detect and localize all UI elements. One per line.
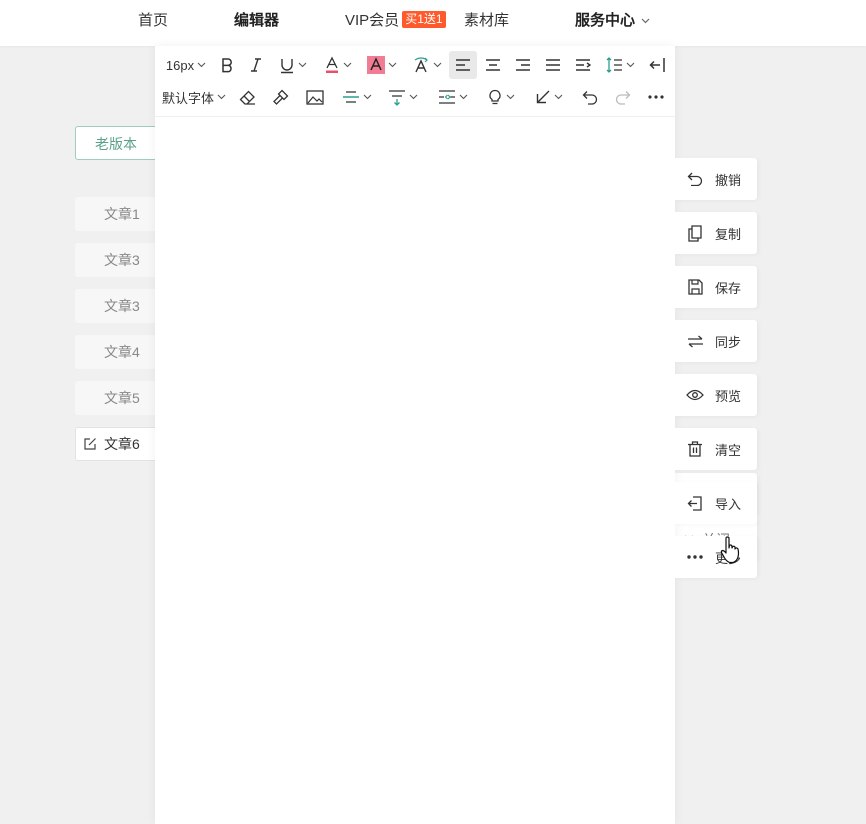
action-label: 保存 <box>715 280 742 296</box>
edit-icon <box>83 437 97 451</box>
paragraph-spacing-icon[interactable] <box>383 83 423 111</box>
nav-service-label: 服务中心 <box>575 12 636 29</box>
clear-action-button[interactable]: 清空 <box>675 428 757 470</box>
font-family-value: 默认字体 <box>161 90 214 106</box>
editor-content-area[interactable] <box>155 116 675 824</box>
save-action-button[interactable]: 保存 <box>675 266 757 308</box>
nav-home[interactable]: 首页 <box>138 0 168 44</box>
action-label: 同步 <box>715 334 742 350</box>
action-label: 清空 <box>715 442 742 458</box>
doc-tab-label: 文章1 <box>104 206 140 222</box>
font-family-select[interactable]: 默认字体 <box>161 83 227 111</box>
doc-tab-label: 文章6 <box>104 436 140 452</box>
nav-editor[interactable]: 编辑器 <box>234 0 279 44</box>
font-size-select[interactable]: 16px <box>161 51 211 79</box>
chevron-down-icon <box>343 62 352 68</box>
chevron-down-icon <box>217 94 226 100</box>
more-action-button[interactable]: 更多 <box>675 536 757 578</box>
old-version-button[interactable]: 老版本 <box>75 126 165 160</box>
font-color-icon[interactable] <box>318 51 358 79</box>
sync-action-button[interactable]: 同步 <box>675 320 757 362</box>
line-height-icon[interactable] <box>601 51 639 79</box>
font-size-value: 16px <box>165 57 195 73</box>
chevron-down-icon <box>363 94 372 100</box>
doc-tab-6-active[interactable]: 文章6 <box>75 427 165 461</box>
more-icon <box>686 548 704 566</box>
eraser-icon[interactable] <box>235 83 259 111</box>
chevron-down-icon <box>298 62 307 68</box>
action-label: 更多 <box>715 550 742 566</box>
chevron-down-icon <box>641 18 650 24</box>
align-left-icon[interactable] <box>449 51 477 79</box>
save-icon <box>686 278 704 296</box>
copy-icon <box>686 224 704 242</box>
bold-icon[interactable] <box>215 51 239 79</box>
preview-action-button[interactable]: 预览 <box>675 374 757 416</box>
doc-tab-label: 文章3 <box>104 252 140 268</box>
chevron-down-icon <box>409 94 418 100</box>
doc-tab-label: 文章5 <box>104 390 140 406</box>
action-label: 撤销 <box>715 172 742 188</box>
divider-icon[interactable] <box>337 83 377 111</box>
doc-tab-5[interactable]: 文章5 <box>75 381 165 415</box>
doc-tab-1[interactable]: 文章1 <box>75 197 165 231</box>
chevron-down-icon <box>388 62 397 68</box>
eye-icon <box>686 386 704 404</box>
action-label: 预览 <box>715 388 742 404</box>
chevron-down-icon <box>554 94 563 100</box>
letter-spacing-icon[interactable] <box>433 83 473 111</box>
align-justify-icon[interactable] <box>539 51 567 79</box>
nav-service-center[interactable]: 服务中心 <box>575 0 650 44</box>
text-effect-icon[interactable] <box>407 51 447 79</box>
sync-icon <box>686 332 704 350</box>
action-label: 复制 <box>715 226 742 242</box>
doc-tab-4[interactable]: 文章4 <box>75 335 165 369</box>
highlight-color-icon[interactable] <box>362 51 402 79</box>
undo-icon <box>686 170 704 188</box>
doc-tab-2[interactable]: 文章3 <box>75 243 165 277</box>
top-navigation: 首页 编辑器 VIP会员 买1送1 素材库 服务中心 <box>0 0 866 46</box>
chevron-down-icon <box>433 62 442 68</box>
lightbulb-icon[interactable] <box>481 83 521 111</box>
redo-icon[interactable] <box>611 83 635 111</box>
action-label: 导入 <box>715 496 742 512</box>
nav-materials[interactable]: 素材库 <box>464 0 509 44</box>
nav-vip-label: VIP会员 <box>345 12 400 29</box>
editor-toolbar: 16px 默认字体 <box>155 46 675 117</box>
editor-panel: 16px 默认字体 <box>155 46 675 824</box>
vip-promo-badge: 买1送1 <box>402 11 446 28</box>
align-center-icon[interactable] <box>479 51 507 79</box>
image-icon[interactable] <box>303 83 327 111</box>
nav-vip[interactable]: VIP会员 买1送1 <box>345 0 446 44</box>
more-icon[interactable] <box>644 83 668 111</box>
format-painter-icon[interactable] <box>268 83 292 111</box>
chevron-down-icon <box>626 62 635 68</box>
undo-action-button[interactable]: 撤销 <box>675 158 757 200</box>
doc-tab-label: 文章4 <box>104 344 140 360</box>
import-icon <box>686 494 704 512</box>
italic-icon[interactable] <box>244 51 268 79</box>
chevron-down-icon <box>459 94 468 100</box>
align-right-icon[interactable] <box>509 51 537 79</box>
exit-format-icon[interactable] <box>645 51 669 79</box>
doc-tab-label: 文章3 <box>104 298 140 314</box>
import-action-button[interactable]: 导入 <box>675 482 757 524</box>
copy-action-button[interactable]: 复制 <box>675 212 757 254</box>
trash-icon <box>686 440 704 458</box>
chevron-down-icon <box>506 94 515 100</box>
underline-icon[interactable] <box>273 51 313 79</box>
arrow-down-left-icon[interactable] <box>529 83 569 111</box>
doc-tab-3[interactable]: 文章3 <box>75 289 165 323</box>
undo-icon[interactable] <box>578 83 602 111</box>
chevron-down-icon <box>197 62 206 68</box>
indent-icon[interactable] <box>569 51 597 79</box>
